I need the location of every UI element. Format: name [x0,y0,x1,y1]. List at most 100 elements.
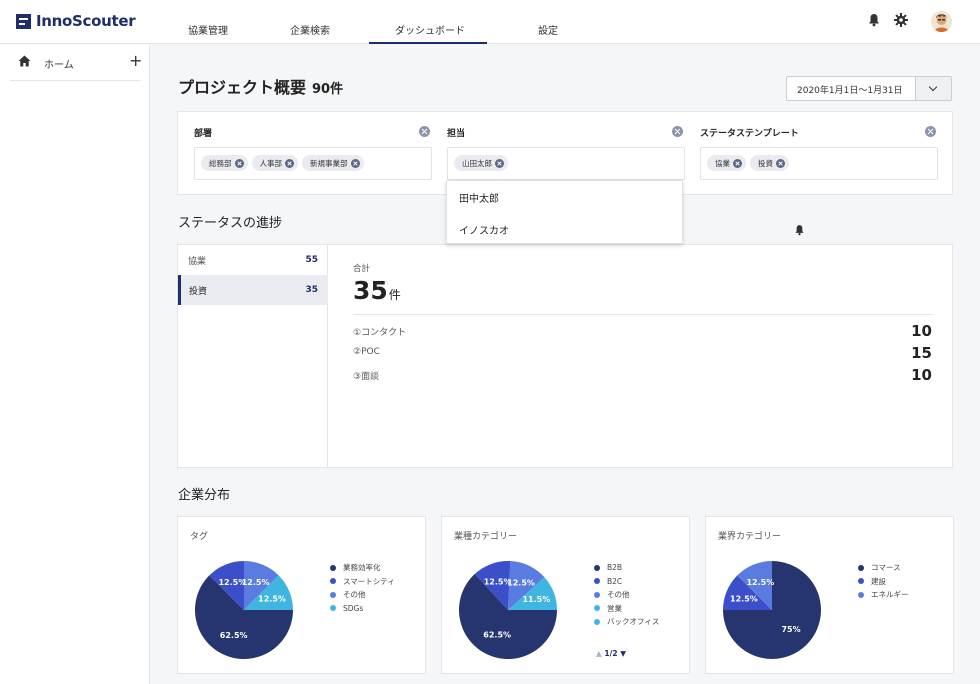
legend-item: コマース [858,561,909,575]
legend-item: 営業 [594,602,659,616]
legend-item: B2C [594,575,659,589]
dropdown-option[interactable]: 田中太郎 [459,190,499,205]
stage-label: ②POC [353,347,380,357]
bell-icon[interactable] [793,223,806,237]
total-value: 35件 [353,276,401,305]
stage-value: 10 [911,322,932,340]
chart-title: タグ [190,532,209,542]
chart-card-business-category: 業種カテゴリー 62.5% 12.5% 12.5% 11.5% B2B B2C その他 営業… [441,516,690,674]
legend-swatch [858,591,864,598]
bell-icon[interactable] [866,12,882,28]
chevron-down-icon [928,82,938,92]
page-up-icon[interactable]: ▲ [596,649,602,658]
legend-swatch [858,564,864,571]
tab-collaboration[interactable]: 協業管理 [188,22,228,37]
chip-label: 山田太郎 [462,158,492,168]
legend-label: B2B [607,563,623,573]
chart-card-industry-category: 業界カテゴリー 75% 12.5% 12.5% コマース 建設 エネルギー [705,516,954,674]
home-icon [18,55,31,67]
legend-swatch [858,578,864,585]
sidebar-item-home[interactable]: ホーム + [10,45,142,81]
total-number: 35 [353,276,388,305]
stage-label: ③面談 [353,372,380,382]
app-logo[interactable]: InnoScouter [16,12,136,30]
chip-label: 投資 [758,158,773,168]
date-range-value: 2020年1月1日〜1月31日 [797,86,903,96]
tab-dashboard[interactable]: ダッシュボード [395,22,465,37]
chip-remove-icon[interactable] [495,158,504,168]
stage-label: ①コンタクト [353,328,407,338]
legend-pager[interactable]: ▲ 1/2 ▼ [596,649,626,658]
chart-card-tags: タグ 62.5% 12.5% 12.5% 12.5% 業務効率化 スマートシティ その他 S… [177,516,426,674]
legend-item: その他 [330,588,395,602]
pager-value: 1/2 [604,649,618,658]
sidebar: ホーム + [0,45,150,684]
filter-input-department[interactable]: 総務部 人事部 新規事業部 [194,147,432,180]
chart-legend: 業務効率化 スマートシティ その他 SDGs [330,561,395,615]
filter-title: ステータステンプレート [700,129,799,139]
project-count: 90件 [312,82,344,97]
page-title: プロジェクト概要 90件 [178,74,343,98]
legend-label: その他 [607,590,630,600]
page-title-text: プロジェクト概要 [178,78,307,97]
legend-label: B2C [607,576,623,586]
chip-remove-icon[interactable] [776,158,785,168]
category-label: 投資 [189,287,208,297]
status-category-investment[interactable]: 投資 35 [178,275,328,305]
legend-item: SDGs [330,602,395,616]
distribution-section-title: 企業分布 [178,488,231,503]
date-range-toggle-button[interactable] [915,77,951,100]
legend-swatch [594,618,600,625]
total-label: 合計 [353,264,371,274]
legend-swatch [330,605,336,612]
category-count: 35 [305,285,318,295]
stage-value: 10 [911,366,932,384]
filter-input-assignee[interactable]: 山田太郎 [447,147,685,180]
dropdown-option[interactable]: イノスカオ [459,222,509,237]
slice-label: 62.5% [220,631,248,640]
gear-icon[interactable] [893,12,909,28]
legend-swatch [330,578,336,585]
status-progress-card: 協業 55 投資 35 合計 35件 ①コンタクト 10 ②POC 15 ③面談… [177,244,953,468]
legend-item: その他 [594,588,659,602]
status-category-collaboration[interactable]: 協業 55 [178,245,328,275]
chip-label: 新規事業部 [310,158,348,168]
filter-chip[interactable]: 総務部 [201,155,248,171]
clear-filter-icon[interactable] [925,126,936,137]
filter-chip[interactable]: 投資 [750,155,789,171]
status-section-title: ステータスの進捗 [178,216,283,231]
legend-item: 建設 [858,575,909,589]
filter-input-status-template[interactable]: 協業 投資 [700,147,938,180]
legend-item: スマートシティ [330,575,395,589]
sidebar-item-label: ホーム [44,60,74,71]
clear-filter-icon[interactable] [419,126,430,137]
slice-label: 12.5% [258,594,286,603]
top-navigation-bar: InnoScouter 協業管理 企業検索 ダッシュボード 設定 [0,0,980,44]
filter-chip[interactable]: 協業 [707,155,746,171]
legend-label: スマートシティ [343,576,395,586]
slice-label: 12.5% [507,579,535,588]
chip-remove-icon[interactable] [350,158,360,168]
add-icon[interactable]: + [129,51,142,70]
filter-chip[interactable]: 人事部 [251,155,298,171]
chart-legend: コマース 建設 エネルギー [858,561,909,602]
user-avatar[interactable] [931,11,952,32]
legend-label: SDGs [343,603,364,613]
slice-label: 12.5% [242,578,270,587]
slice-label: 11.5% [522,595,550,604]
chip-remove-icon[interactable] [285,158,294,168]
filter-chip[interactable]: 山田太郎 [454,155,508,171]
chip-remove-icon[interactable] [234,158,244,168]
tab-company-search[interactable]: 企業検索 [290,22,330,37]
status-category-list: 協業 55 投資 35 [178,245,328,467]
legend-swatch [594,578,600,585]
date-range-select[interactable]: 2020年1月1日〜1月31日 [786,76,952,101]
filter-chip[interactable]: 新規事業部 [302,155,364,171]
legend-label: 営業 [607,603,622,613]
chip-remove-icon[interactable] [733,158,742,168]
slice-label: 62.5% [483,631,511,640]
page-down-icon[interactable]: ▼ [620,649,626,658]
clear-filter-icon[interactable] [672,126,683,137]
tab-settings[interactable]: 設定 [538,22,558,37]
legend-label: コマース [871,563,901,573]
